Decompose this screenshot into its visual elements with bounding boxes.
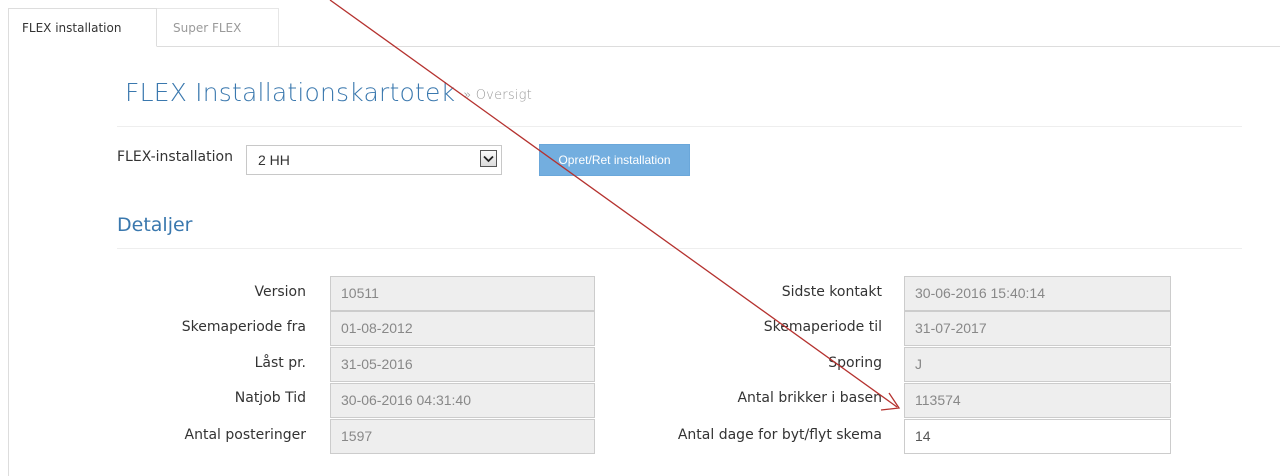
create-edit-installation-button[interactable]: Opret/Ret installation xyxy=(539,144,690,176)
schedule-period-to-field: 31-07-2017 xyxy=(904,311,1171,346)
nightjob-time-label: Natjob Tid xyxy=(234,390,306,406)
schedule-period-to-label: Skemaperiode til xyxy=(763,319,882,335)
schedule-period-from-field: 01-08-2012 xyxy=(330,311,595,346)
last-contact-label: Sidste kontakt xyxy=(781,284,882,300)
days-swap-schedule-label: Antal dage for byt/flyt skema xyxy=(677,427,882,443)
title-divider xyxy=(117,126,1242,127)
chevron-down-icon[interactable] xyxy=(480,150,497,167)
version-field: 10511 xyxy=(330,276,595,311)
content-border xyxy=(8,46,9,476)
schedule-period-from-label: Skemaperiode fra xyxy=(181,319,306,335)
postings-count-label: Antal posteringer xyxy=(184,427,306,443)
days-swap-schedule-input[interactable]: 14 xyxy=(904,419,1171,454)
tags-in-base-field: 113574 xyxy=(904,383,1171,418)
page-title: FLEX Installationskartotek » Oversigt xyxy=(125,78,532,107)
tab-flex-installation[interactable]: FLEX installation xyxy=(8,8,157,47)
locked-per-field: 31-05-2016 xyxy=(330,347,595,382)
details-heading: Detaljer xyxy=(117,214,193,236)
tags-in-base-label: Antal brikker i basen xyxy=(737,390,882,406)
details-divider xyxy=(117,248,1242,249)
tab-bar: FLEX installation Super FLEX xyxy=(8,8,1280,47)
installation-select[interactable]: 2 HH xyxy=(246,145,502,175)
tracking-field: J xyxy=(904,347,1171,382)
nightjob-time-field: 30-06-2016 04:31:40 xyxy=(330,383,595,418)
version-label: Version xyxy=(254,284,306,300)
installation-label: FLEX-installation xyxy=(117,149,233,165)
installation-select-value: 2 HH xyxy=(258,152,290,168)
locked-per-label: Låst pr. xyxy=(254,355,306,371)
postings-count-field: 1597 xyxy=(330,419,595,454)
page-title-text: FLEX Installationskartotek xyxy=(125,78,456,107)
tracking-label: Sporing xyxy=(828,355,882,371)
breadcrumb: » Oversigt xyxy=(463,88,532,103)
last-contact-field: 30-06-2016 15:40:14 xyxy=(904,276,1171,311)
tab-super-flex[interactable]: Super FLEX xyxy=(157,8,279,46)
